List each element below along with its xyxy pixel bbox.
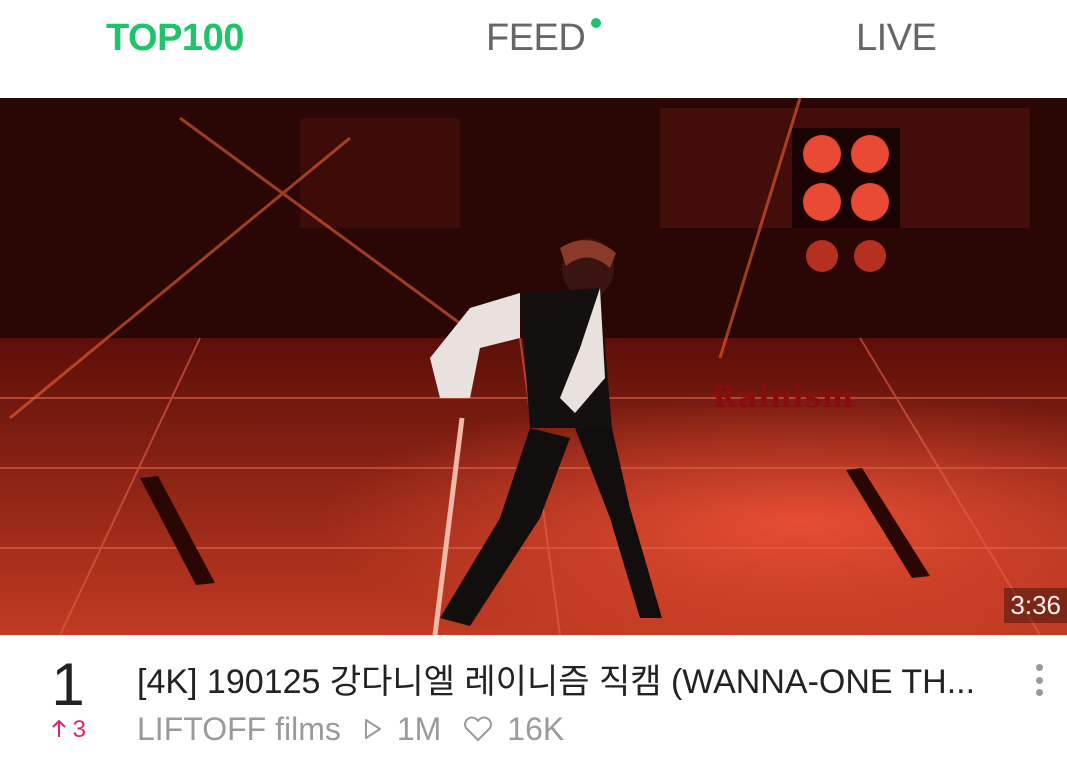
video-meta: LIFTOFF films 1M 16K <box>137 708 564 750</box>
rank-change-value: 3 <box>72 716 87 743</box>
channel-name[interactable]: LIFTOFF films <box>137 708 341 750</box>
thumbnail-image <box>0 98 1067 635</box>
tab-live[interactable]: LIVE <box>856 14 937 62</box>
play-icon <box>364 719 381 739</box>
more-options-button[interactable] <box>1026 660 1052 700</box>
heart-icon <box>464 716 493 741</box>
tab-feed[interactable]: FEED <box>486 14 602 62</box>
video-thumbnail[interactable]: Rainism 3:36 <box>0 98 1067 635</box>
rank-change: 3 <box>44 716 94 744</box>
like-count: 16K <box>463 708 564 750</box>
like-count-value: 16K <box>507 711 565 747</box>
more-vertical-icon <box>1035 664 1043 671</box>
video-duration: 3:36 <box>1004 588 1067 623</box>
more-dot <box>1035 689 1043 696</box>
tab-feed-label: FEED <box>486 17 586 59</box>
more-dot <box>1035 676 1043 684</box>
view-count-value: 1M <box>396 711 442 747</box>
video-watermark: Rainism <box>712 380 854 415</box>
tab-top100[interactable]: TOP100 <box>106 14 244 62</box>
video-title[interactable]: [4K] 190125 강다니엘 레이니즘 직캠 (WANNA-ONE TH..… <box>137 660 997 704</box>
arrow-up-icon <box>52 719 66 737</box>
view-count: 1M <box>363 708 441 750</box>
top-tab-bar: TOP100 FEED LIVE <box>0 0 1067 98</box>
new-indicator-dot <box>591 18 602 28</box>
rank-number: 1 <box>51 651 85 718</box>
